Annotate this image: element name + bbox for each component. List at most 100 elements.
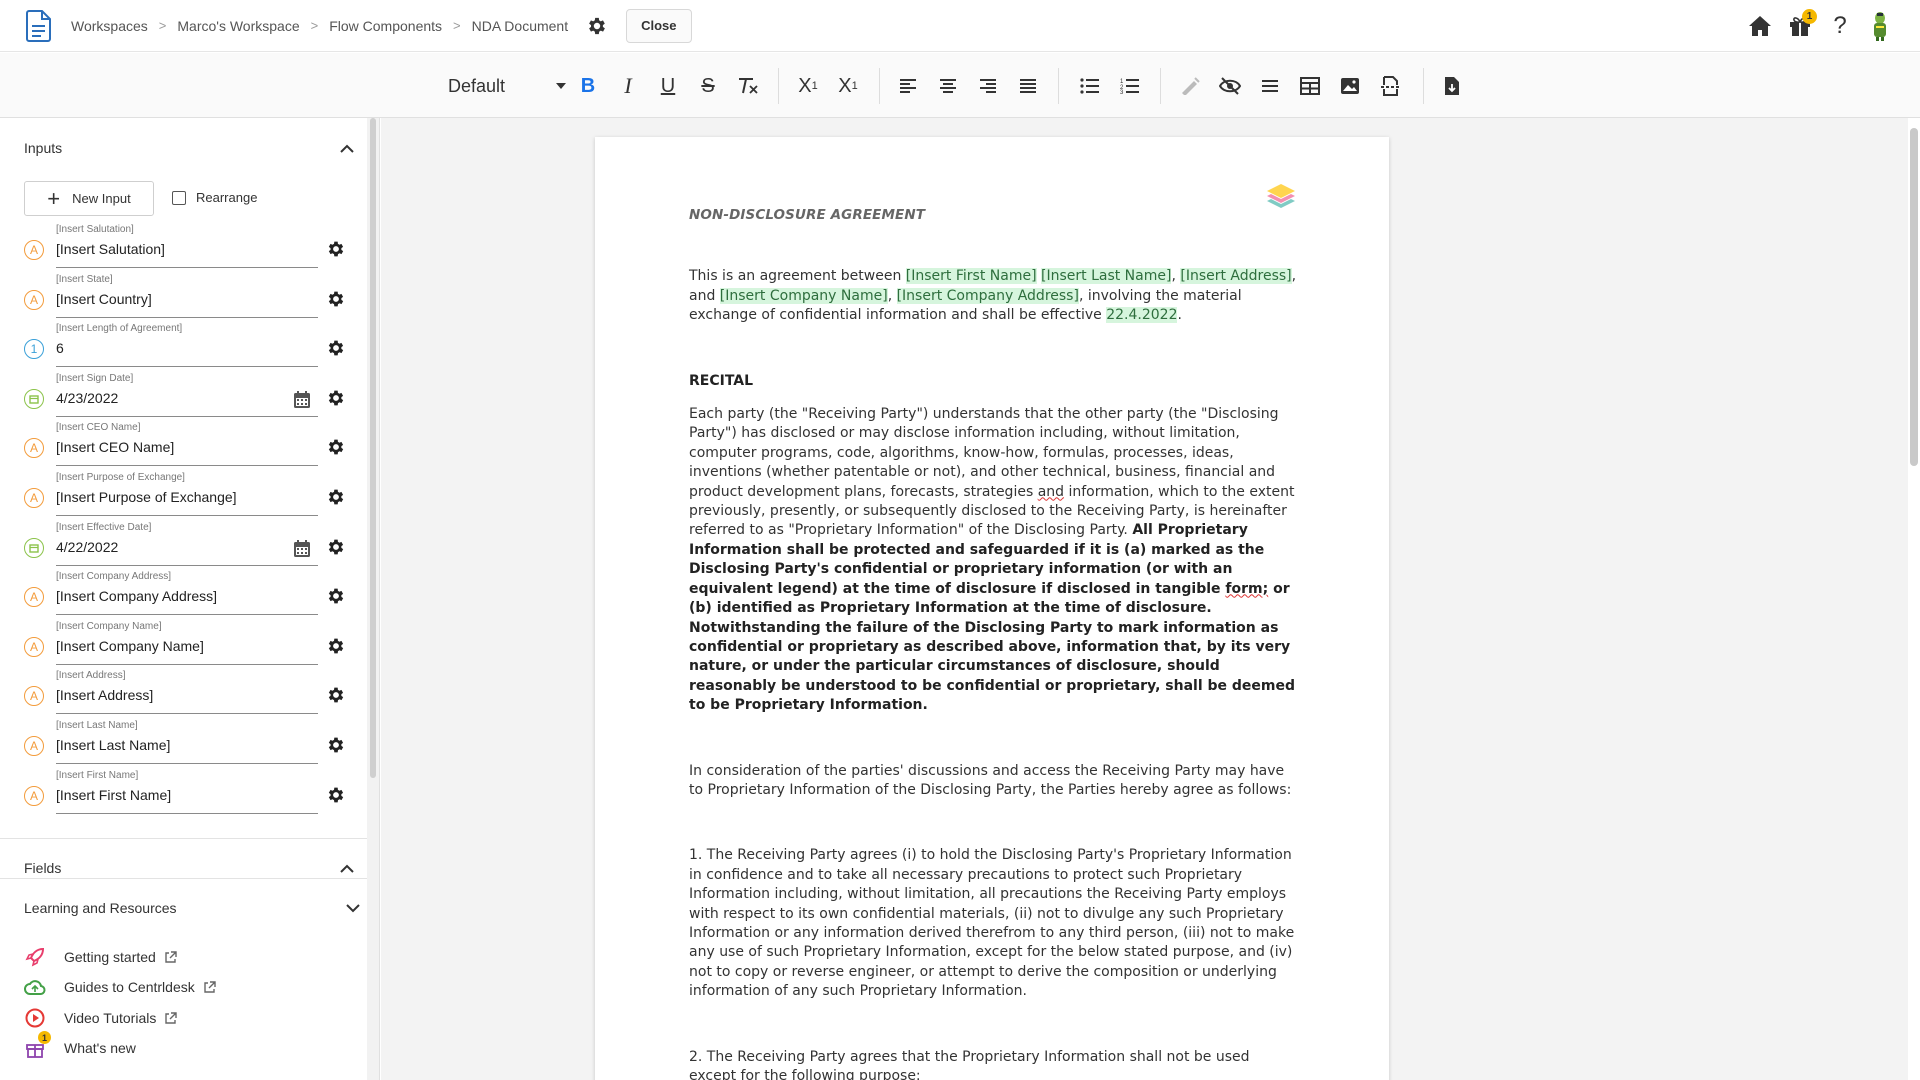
calendar-icon[interactable]: [292, 390, 312, 415]
breadcrumb-flow-components[interactable]: Flow Components: [329, 18, 442, 34]
variable-first-name[interactable]: [Insert First Name]: [905, 268, 1037, 285]
sidebar-scrollbar-thumb[interactable]: [370, 118, 376, 778]
input-field[interactable]: [Insert Sign Date] 4/23/2022: [56, 373, 318, 417]
superscript-icon[interactable]: X1: [833, 71, 863, 101]
close-button[interactable]: Close: [626, 8, 692, 43]
align-center-icon[interactable]: [933, 71, 963, 101]
document-scrollbar[interactable]: [1908, 118, 1920, 1080]
underline-icon[interactable]: U: [653, 71, 683, 101]
video-tutorials-link[interactable]: Video Tutorials: [24, 1007, 178, 1029]
input-settings-gear-icon[interactable]: [326, 437, 346, 462]
input-settings-gear-icon[interactable]: [326, 388, 346, 413]
input-settings-gear-icon[interactable]: [326, 685, 346, 710]
input-settings-gear-icon[interactable]: [326, 735, 346, 760]
intro-text: This is an agreement between: [689, 268, 906, 285]
input-settings-gear-icon[interactable]: [326, 586, 346, 611]
align-left-icon[interactable]: [893, 71, 923, 101]
input-field[interactable]: [Insert Company Name] [Insert Company Nam…: [56, 621, 318, 665]
bold-icon[interactable]: B: [573, 71, 603, 101]
document-body[interactable]: NON-DISCLOSURE AGREEMENT This is an agre…: [689, 197, 1301, 1080]
input-value[interactable]: [Insert Address]: [56, 687, 153, 703]
variable-company-name[interactable]: [Insert Company Name]: [719, 287, 888, 304]
document-logo-icon[interactable]: [20, 0, 58, 52]
input-value[interactable]: [Insert CEO Name]: [56, 439, 174, 455]
variable-address[interactable]: [Insert Address]: [1180, 268, 1292, 285]
breadcrumb-marcos-workspace[interactable]: Marco's Workspace: [177, 18, 299, 34]
input-settings-gear-icon[interactable]: [326, 636, 346, 661]
input-value[interactable]: [Insert Country]: [56, 291, 152, 307]
numbered-list-icon[interactable]: 123: [1115, 71, 1145, 101]
breadcrumb-nda-document[interactable]: NDA Document: [472, 18, 568, 34]
input-settings-gear-icon[interactable]: [326, 785, 346, 810]
variable-last-name[interactable]: [Insert Last Name]: [1041, 268, 1172, 285]
inputs-section-header[interactable]: Inputs: [24, 140, 354, 156]
external-link-icon: [165, 950, 177, 963]
input-value[interactable]: [Insert Salutation]: [56, 241, 165, 257]
avatar[interactable]: [1860, 6, 1900, 46]
document-scrollbar-thumb[interactable]: [1910, 128, 1918, 466]
plus-icon: +: [47, 185, 61, 211]
getting-started-link[interactable]: Getting started: [24, 946, 177, 968]
paragraph-style-select[interactable]: Default: [448, 69, 566, 103]
gift-icon[interactable]: 1: [1780, 6, 1820, 46]
resources-section-header[interactable]: Learning and Resources: [24, 900, 360, 916]
input-field[interactable]: [Insert State] [Insert Country]: [56, 274, 318, 318]
page-break-icon[interactable]: [1375, 71, 1405, 101]
bullet-list-icon[interactable]: [1075, 71, 1105, 101]
highlight-icon[interactable]: [1175, 71, 1205, 101]
clear-format-icon[interactable]: [733, 71, 763, 101]
document-settings-gear-icon[interactable]: [586, 15, 608, 37]
input-value[interactable]: 6: [56, 340, 64, 356]
italic-icon[interactable]: I: [613, 71, 643, 101]
breadcrumb: Workspaces > Marco's Workspace > Flow Co…: [71, 18, 568, 34]
input-value[interactable]: [Insert Company Name]: [56, 638, 204, 654]
inputs-title: Inputs: [24, 140, 63, 156]
input-field[interactable]: [Insert Company Address] [Insert Company …: [56, 571, 318, 616]
input-field[interactable]: [Insert Salutation] [Insert Salutation]: [56, 224, 318, 268]
input-field[interactable]: [Insert Last Name] [Insert Last Name]: [56, 720, 318, 764]
input-value[interactable]: [Insert Last Name]: [56, 737, 170, 753]
new-input-button[interactable]: + New Input: [24, 181, 154, 216]
sidebar-scrollbar[interactable]: [367, 118, 379, 1080]
align-justify-icon[interactable]: [1013, 71, 1043, 101]
rearrange-checkbox[interactable]: Rearrange: [172, 190, 257, 205]
document-page[interactable]: NON-DISCLOSURE AGREEMENT This is an agre…: [595, 137, 1389, 1080]
input-field[interactable]: [Insert Length of Agreement] 6: [56, 323, 318, 368]
variable-effective-date[interactable]: 22.4.2022: [1106, 307, 1178, 324]
calendar-icon[interactable]: [292, 539, 312, 564]
help-icon[interactable]: ?: [1820, 6, 1860, 46]
input-settings-gear-icon[interactable]: [326, 537, 346, 562]
intro-text: .: [1177, 307, 1182, 324]
input-value[interactable]: 4/23/2022: [56, 390, 118, 406]
input-field[interactable]: [Insert Address] [Insert Address]: [56, 670, 318, 715]
input-field[interactable]: [Insert Purpose of Exchange] [Insert Purp…: [56, 472, 318, 516]
home-icon[interactable]: [1740, 6, 1780, 46]
whats-new-link[interactable]: 1 What's new: [24, 1031, 136, 1059]
fields-section-header[interactable]: Fields: [24, 860, 354, 876]
image-icon[interactable]: [1335, 71, 1365, 101]
input-settings-gear-icon[interactable]: [326, 338, 346, 363]
align-right-icon[interactable]: [973, 71, 1003, 101]
variable-company-address[interactable]: [Insert Company Address]: [896, 287, 1079, 304]
input-value[interactable]: 4/22/2022: [56, 539, 118, 555]
input-settings-gear-icon[interactable]: [326, 487, 346, 512]
divider-icon[interactable]: [1255, 71, 1285, 101]
input-field[interactable]: [Insert Effective Date] 4/22/2022: [56, 522, 318, 566]
table-icon[interactable]: [1295, 71, 1325, 101]
guides-link[interactable]: Guides to Centrldesk: [24, 976, 216, 998]
input-field[interactable]: [Insert CEO Name] [Insert CEO Name]: [56, 422, 318, 467]
subscript-icon[interactable]: X1: [793, 71, 823, 101]
strikethrough-icon[interactable]: S: [693, 71, 723, 101]
input-value[interactable]: [Insert Purpose of Exchange]: [56, 489, 237, 505]
export-icon[interactable]: [1437, 71, 1467, 101]
input-settings-gear-icon[interactable]: [326, 239, 346, 264]
breadcrumb-workspaces[interactable]: Workspaces: [71, 18, 148, 34]
text-type-icon: A: [24, 686, 44, 707]
whats-new-label: What's new: [64, 1040, 136, 1056]
input-settings-gear-icon[interactable]: [326, 289, 346, 314]
input-value[interactable]: [Insert First Name]: [56, 787, 171, 803]
input-value[interactable]: [Insert Company Address]: [56, 588, 217, 604]
hide-icon[interactable]: [1215, 71, 1245, 101]
input-row: A [Insert First Name] [Insert First Name]: [24, 770, 354, 818]
input-field[interactable]: [Insert First Name] [Insert First Name]: [56, 770, 318, 814]
